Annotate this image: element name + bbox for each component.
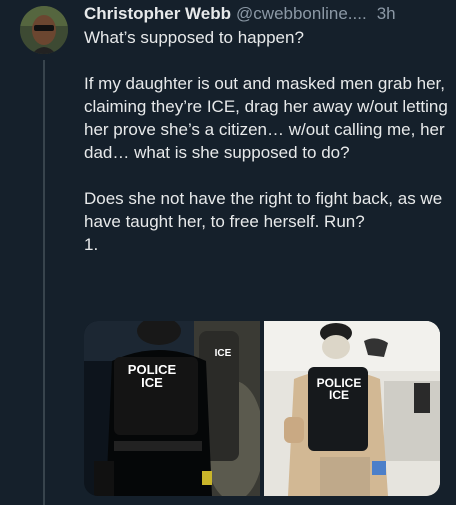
tweet: Christopher Webb @cwebbonline.... 3h Wha…	[84, 2, 448, 256]
image-2-illustration	[264, 321, 440, 496]
tweet-text-line: 1.	[84, 235, 99, 254]
author-handle[interactable]: @cwebbonline....	[236, 2, 367, 26]
vest-label-partial: ICE	[214, 348, 232, 359]
tweet-text-paragraph: If my daughter is out and masked men gra…	[84, 74, 448, 162]
tweet-time[interactable]: 3h	[377, 2, 396, 26]
tweet-text-paragraph: Does she not have the right to fight bac…	[84, 189, 443, 231]
avatar-image	[20, 6, 68, 54]
thread-line	[43, 60, 45, 505]
vest-label-line2: ICE	[141, 375, 163, 390]
tweet-header: Christopher Webb @cwebbonline.... 3h	[84, 2, 448, 26]
media-image-1[interactable]: POLICE ICE ICE	[84, 321, 260, 496]
tweet-text-line: What’s supposed to happen?	[84, 28, 304, 47]
vest-label-line2: ICE	[328, 388, 349, 402]
tweet-media: POLICE ICE ICE POLICE ICE	[84, 321, 440, 496]
media-image-2[interactable]: POLICE ICE	[264, 321, 440, 496]
avatar[interactable]	[20, 6, 68, 54]
author-name[interactable]: Christopher Webb	[84, 2, 231, 26]
